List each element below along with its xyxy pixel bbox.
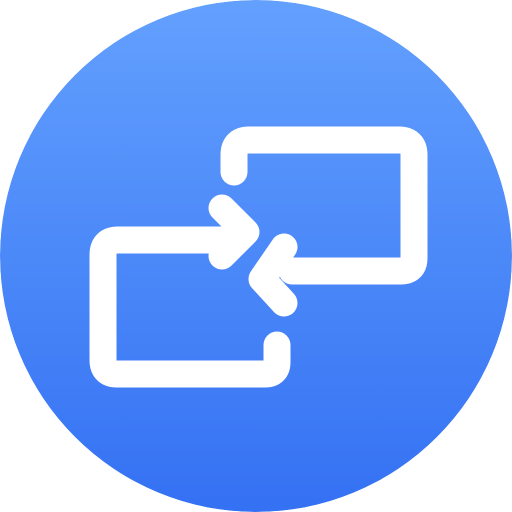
left-arrow-head-icon bbox=[248, 233, 298, 317]
switch-screens-app-icon[interactable] bbox=[0, 0, 512, 512]
switch-screens-icon bbox=[0, 0, 512, 512]
background-circle bbox=[0, 0, 512, 512]
icon-canvas bbox=[0, 0, 512, 512]
